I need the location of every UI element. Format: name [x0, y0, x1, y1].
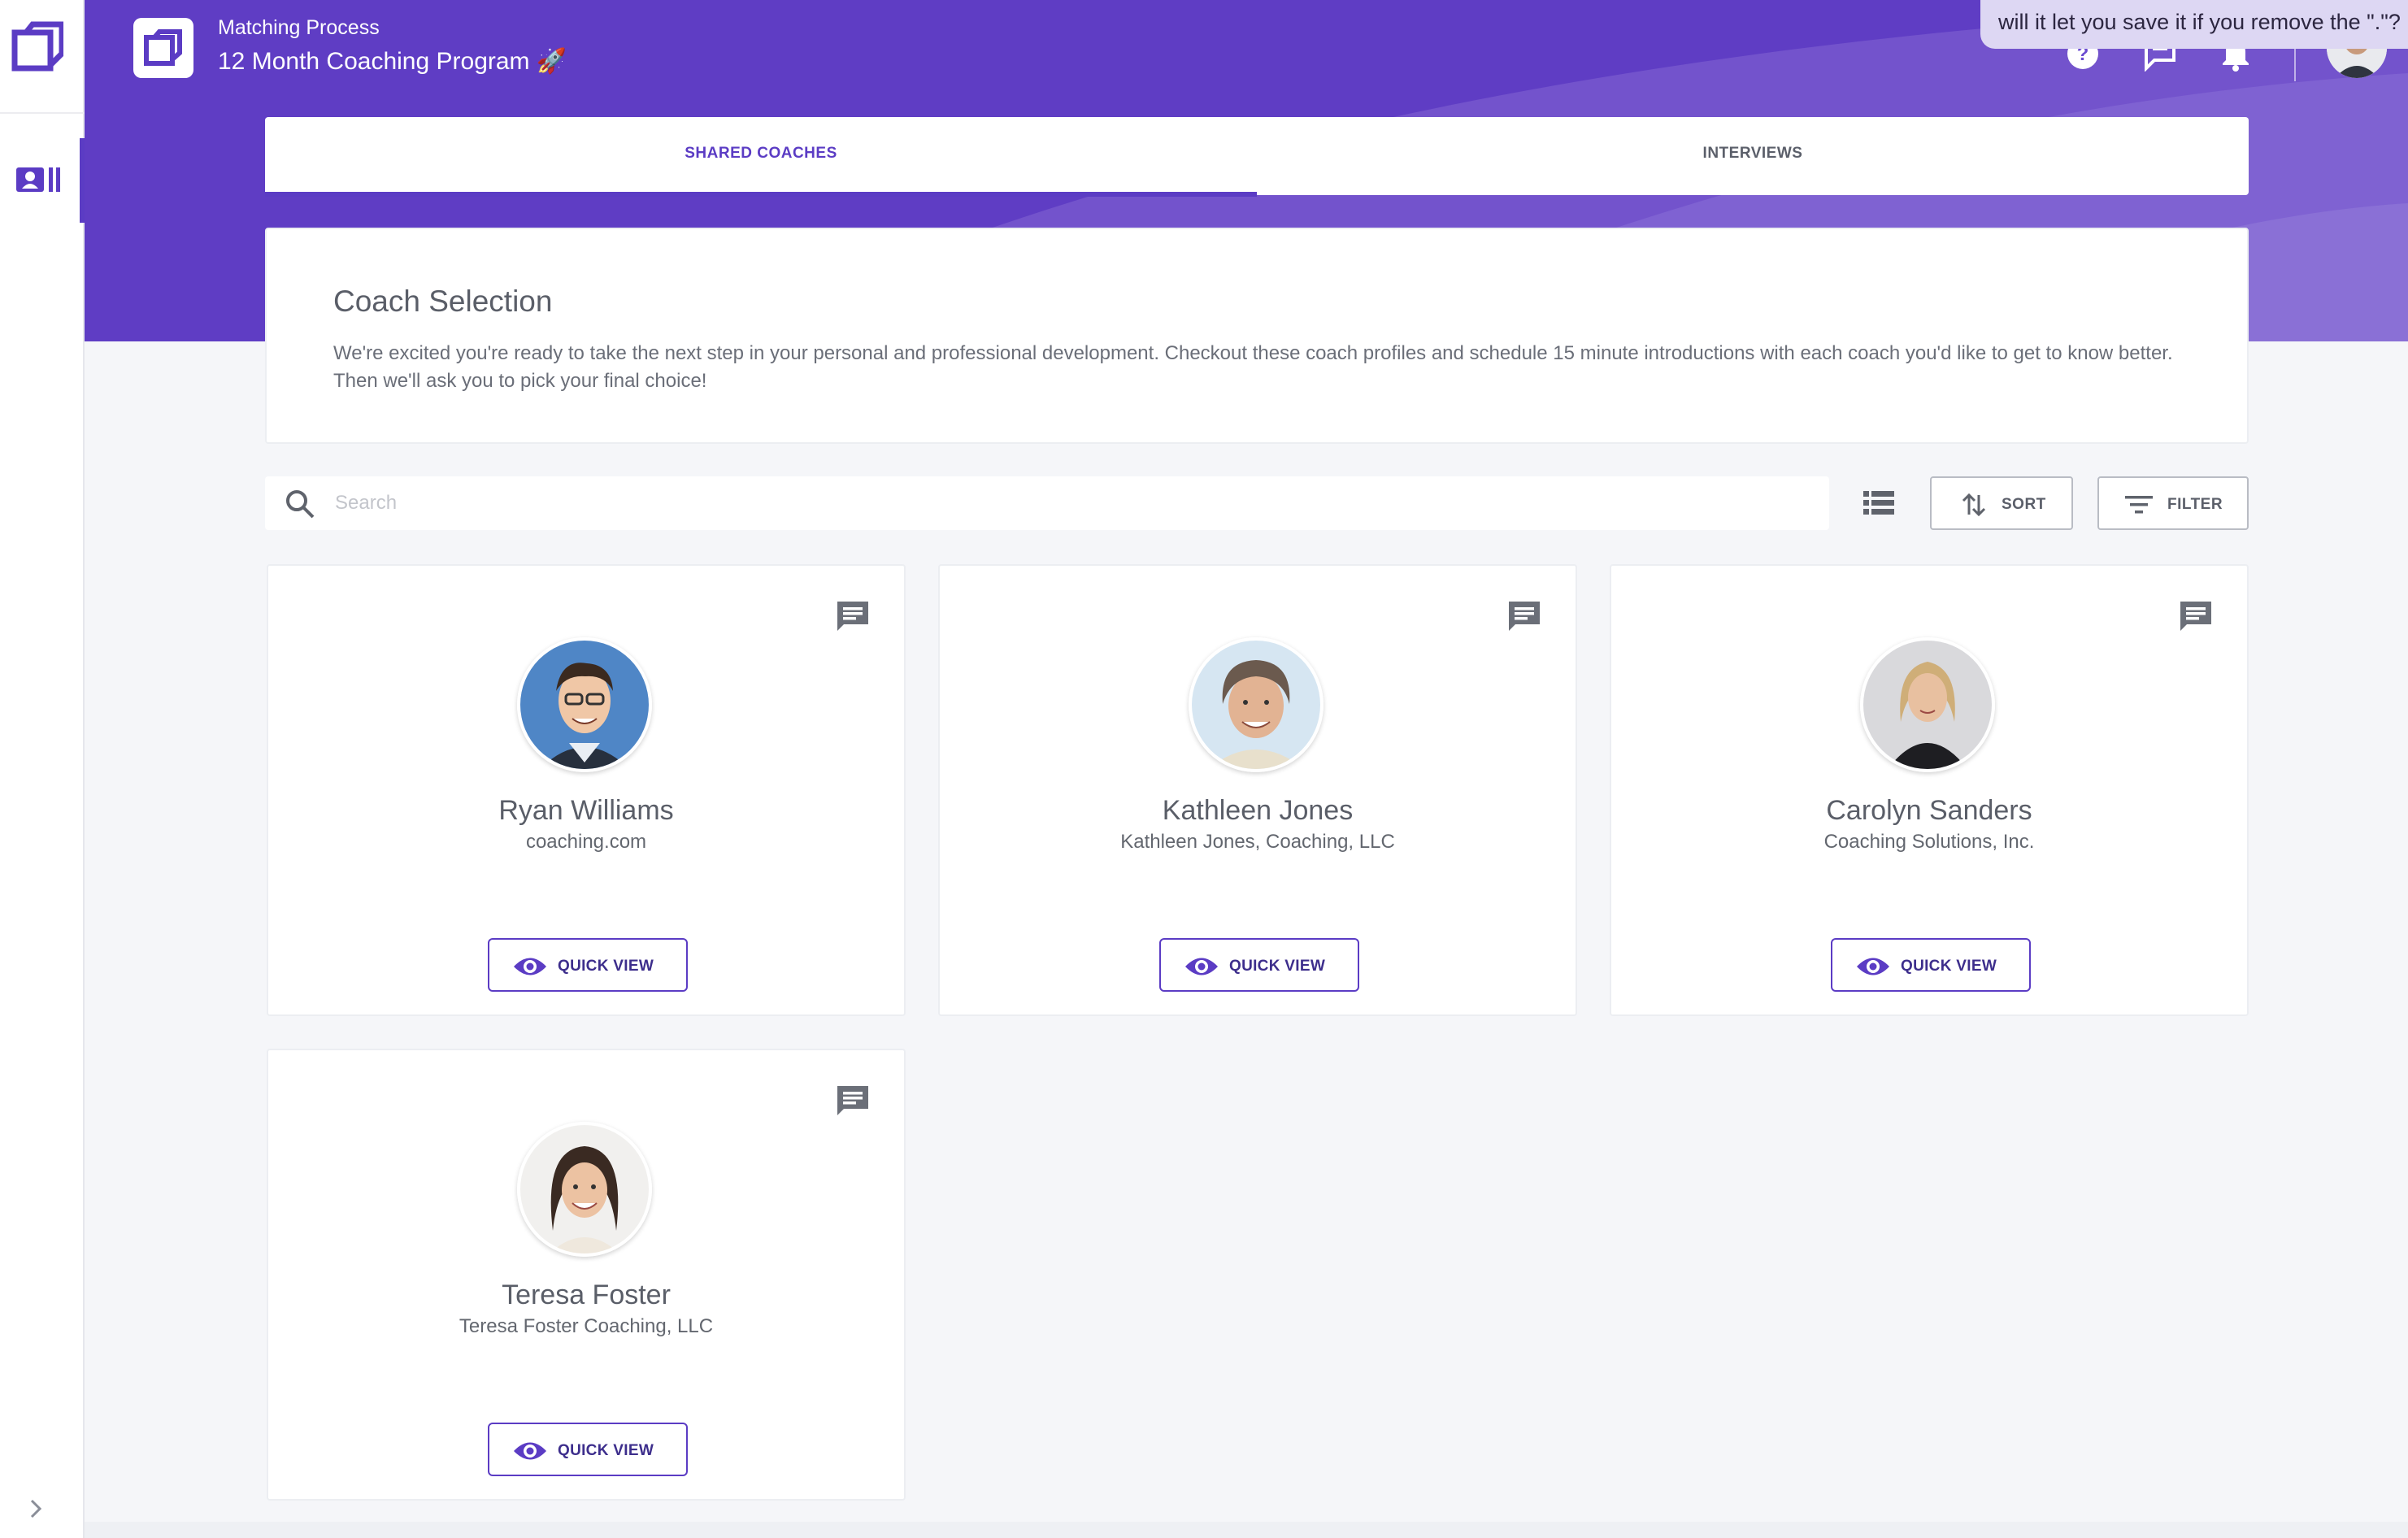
breadcrumb-parent[interactable]: Matching Process [218, 16, 380, 40]
coach-card: Teresa Foster Teresa Foster Coaching, LL… [267, 1049, 906, 1501]
coach-card: Kathleen Jones Kathleen Jones, Coaching,… [938, 564, 1577, 1016]
coach-avatar [517, 1122, 652, 1257]
coach-directory-icon[interactable] [15, 163, 60, 198]
sort-label: SORT [2002, 496, 2046, 513]
coach-company: coaching.com [525, 831, 647, 853]
coach-name[interactable]: Ryan Williams [268, 795, 904, 827]
tab-bar: SHARED COACHES INTERVIEWS [265, 117, 2249, 197]
coach-name[interactable]: Kathleen Jones [940, 795, 1576, 827]
program-badge[interactable] [133, 18, 193, 78]
left-rail [0, 0, 85, 1538]
page-title: 12 Month Coaching Program 🚀 [218, 48, 567, 75]
coach-avatar [1860, 637, 1995, 772]
quick-view-label: QUICK VIEW [1229, 958, 1326, 975]
quick-view-button[interactable]: QUICK VIEW [488, 938, 688, 992]
section-description: We're excited you're ready to take the n… [333, 342, 2173, 392]
search-bar[interactable] [265, 476, 1829, 530]
quick-view-button[interactable]: QUICK VIEW [1831, 938, 2031, 992]
quick-view-label: QUICK VIEW [1901, 958, 1997, 975]
coach-name[interactable]: Carolyn Sanders [1611, 795, 2247, 827]
coach-company: Coaching Solutions, Inc. [1823, 831, 2035, 853]
coach-company: Teresa Foster Coaching, LLC [459, 1315, 714, 1337]
sort-icon [1962, 493, 1986, 517]
program-logo-icon [144, 29, 182, 66]
list-view-icon[interactable] [1862, 486, 1896, 520]
tab-shared-coaches[interactable]: SHARED COACHES [265, 117, 1257, 197]
chevron-right-icon[interactable] [24, 1497, 47, 1520]
message-icon[interactable] [1506, 598, 1543, 636]
filter-label: FILTER [2167, 496, 2223, 513]
tooltip-bubble: will it let you save it if you remove th… [1980, 0, 2408, 49]
eye-icon [1857, 958, 1889, 975]
filter-button[interactable]: FILTER [2097, 476, 2249, 530]
quick-view-button[interactable]: QUICK VIEW [488, 1423, 688, 1476]
search-input[interactable] [335, 484, 1798, 522]
section-heading: Coach Selection [333, 285, 553, 318]
eye-icon [514, 1442, 546, 1460]
coach-company: Kathleen Jones, Coaching, LLC [1120, 831, 1395, 853]
rail-divider [0, 112, 85, 114]
quick-view-button[interactable]: QUICK VIEW [1159, 938, 1359, 992]
message-icon[interactable] [834, 598, 871, 636]
quick-view-label: QUICK VIEW [558, 1442, 654, 1459]
search-icon [286, 490, 315, 519]
message-icon[interactable] [2177, 598, 2215, 636]
coach-avatar [1189, 637, 1324, 772]
coach-card: Ryan Williams coaching.com QUICK VIEW [267, 564, 906, 1016]
quick-view-label: QUICK VIEW [558, 958, 654, 975]
eye-icon [1185, 958, 1218, 975]
app-logo-icon[interactable] [11, 21, 63, 73]
coach-avatar [517, 637, 652, 772]
eye-icon [514, 958, 546, 975]
message-icon[interactable] [834, 1083, 871, 1120]
filter-icon [2125, 496, 2153, 514]
page-bottom-strip [85, 1522, 2408, 1538]
tab-interviews[interactable]: INTERVIEWS [1257, 117, 2249, 195]
coach-name[interactable]: Teresa Foster [268, 1279, 904, 1311]
sort-button[interactable]: SORT [1930, 476, 2073, 530]
coach-card: Carolyn Sanders Coaching Solutions, Inc.… [1610, 564, 2249, 1016]
coach-selection-card: Coach Selection We're excited you're rea… [265, 228, 2249, 444]
